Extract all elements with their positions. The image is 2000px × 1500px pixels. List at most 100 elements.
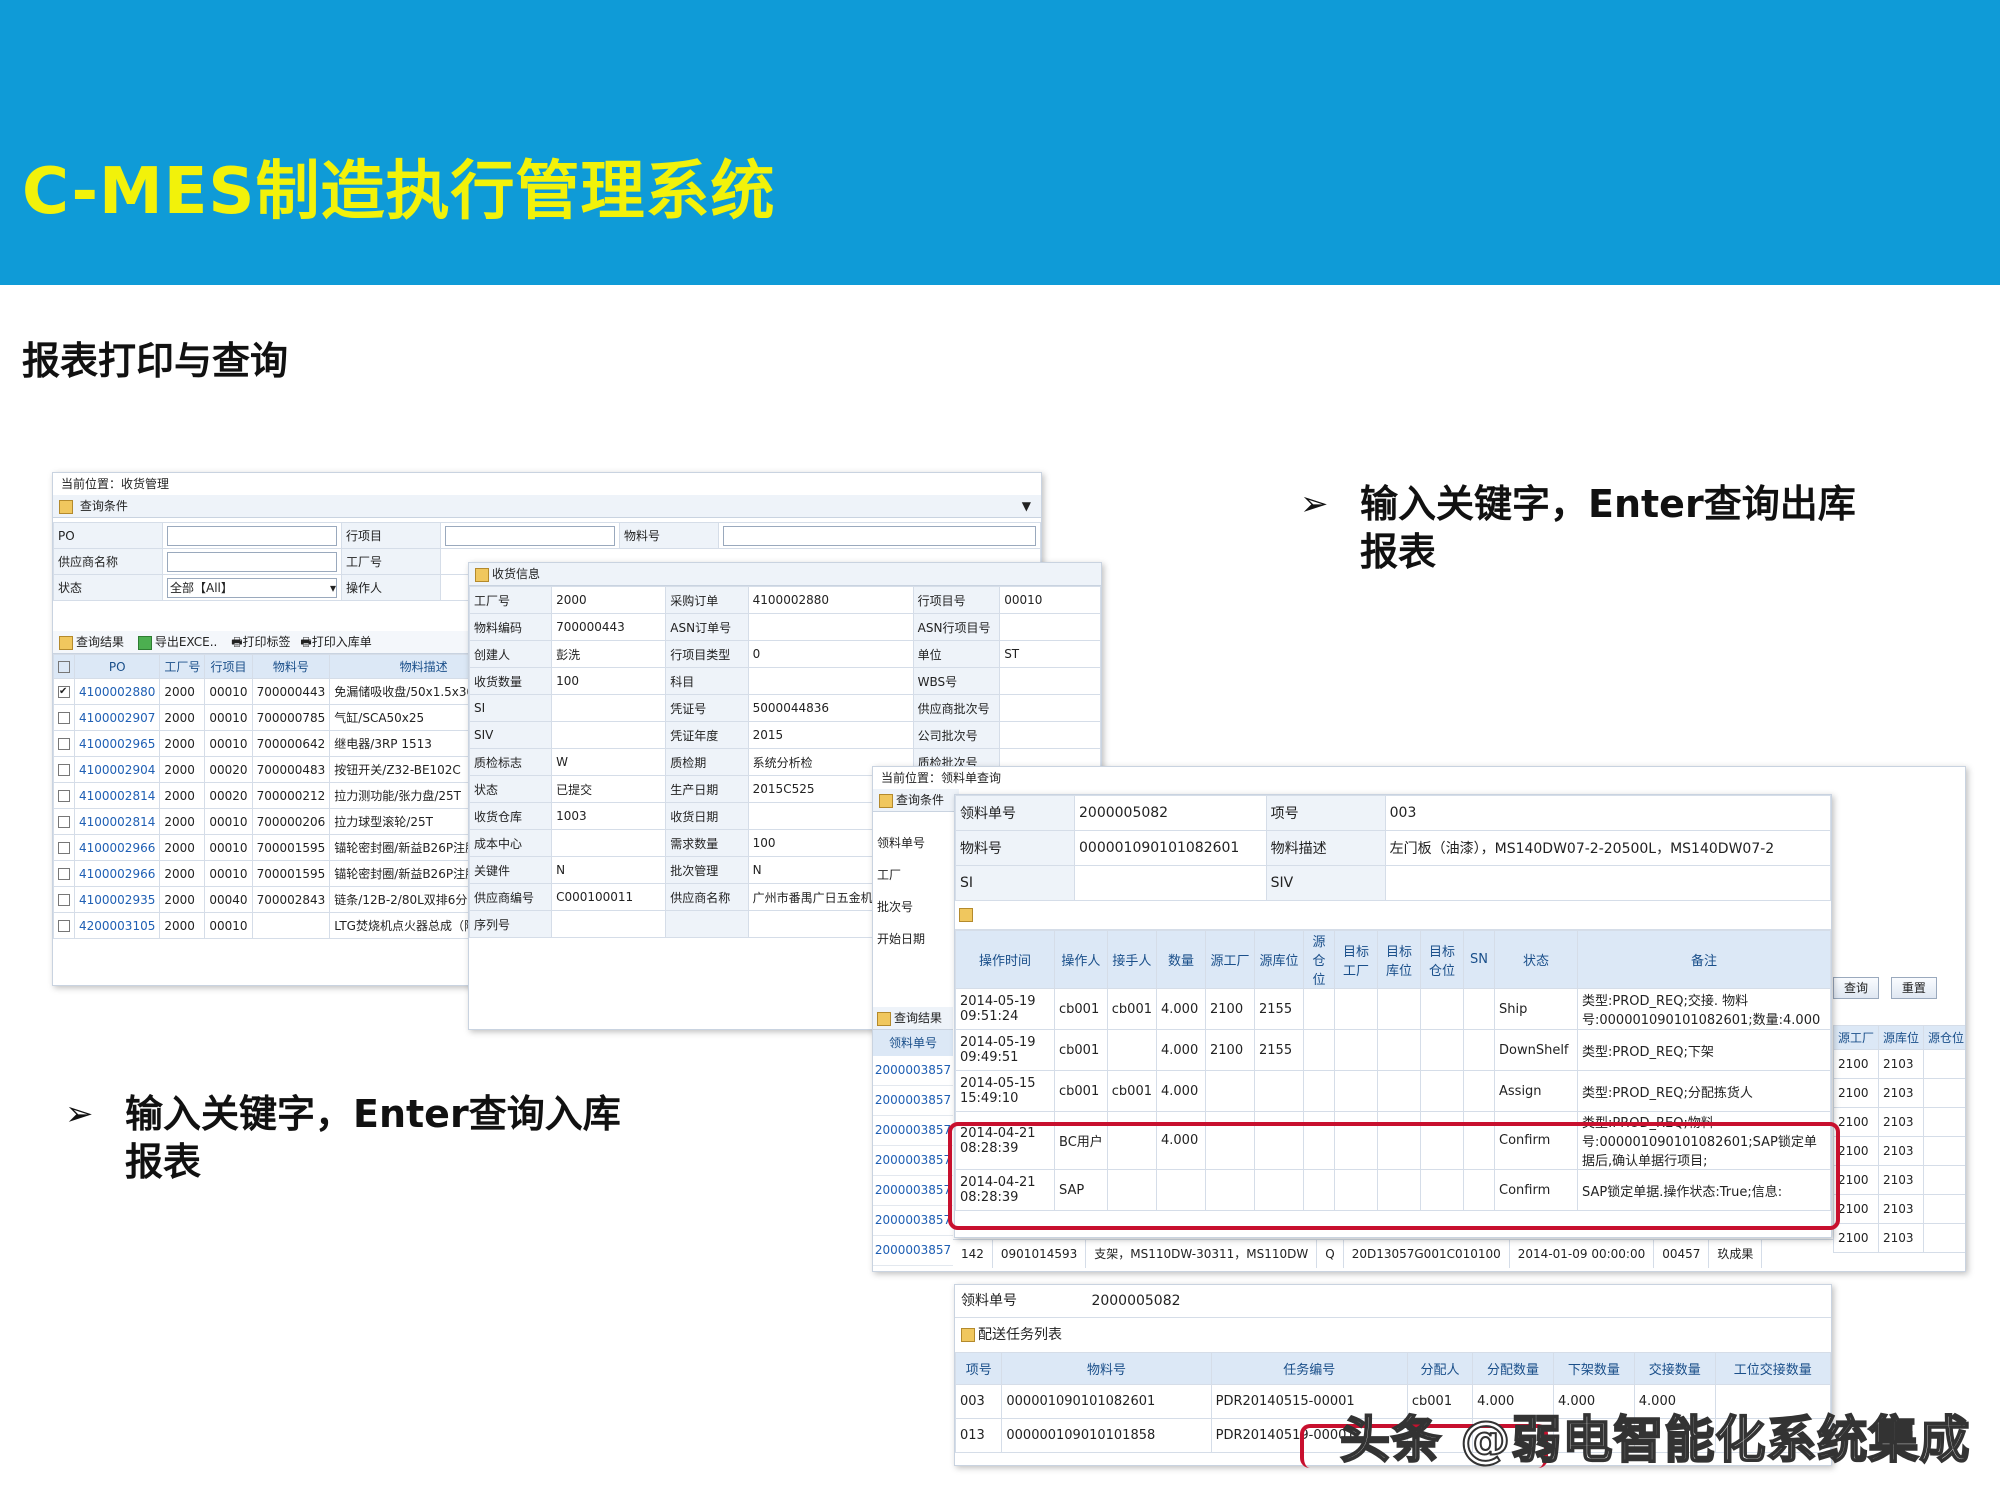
table-cell: 2000	[159, 782, 206, 809]
col-material-no[interactable]: 物料号	[251, 654, 331, 679]
row-checkbox[interactable]	[58, 764, 70, 776]
table-row[interactable]: 4100002814 2000 00010 700000206 拉力球型滚轮/25T	[53, 808, 519, 835]
col-header[interactable]: 操作时间	[955, 930, 1055, 989]
status-select[interactable]: 全部【All】 ▾	[167, 577, 337, 598]
table-row[interactable]: 4100002907 2000 00010 700000785 气缸/SCA50x25	[53, 704, 519, 731]
table-cell: 2103	[1878, 1049, 1925, 1079]
info-value: 00010	[999, 586, 1101, 614]
col-plant[interactable]: 工厂号	[159, 654, 206, 679]
picking-query-bar[interactable]: 查询条件	[873, 789, 959, 812]
row-checkbox[interactable]	[58, 868, 70, 880]
row-checkbox[interactable]	[58, 894, 70, 906]
col-src-bin[interactable]: 源仓位	[1923, 1025, 1965, 1050]
col-header[interactable]: 接手人	[1106, 930, 1158, 989]
col-header[interactable]: 项号	[955, 1352, 1003, 1385]
col-po[interactable]: PO	[73, 654, 161, 679]
print-inbound-button[interactable]: 🖶打印入库单	[300, 635, 371, 649]
col-header[interactable]: 源库位	[1254, 930, 1304, 989]
line-item-input[interactable]	[445, 525, 615, 546]
col-src-plant[interactable]: 源工厂	[1832, 1025, 1880, 1050]
col-line-item[interactable]: 行项目	[204, 654, 253, 679]
col-header[interactable]: 物料号	[1001, 1352, 1212, 1385]
col-header[interactable]: 数量	[1156, 930, 1206, 989]
col-picking-no[interactable]: 领料单号	[873, 1030, 953, 1056]
picking-bottom-row[interactable]: 142 0901014593 支架，MS110DW-30311，MS110DW Q 20…	[953, 1239, 1833, 1268]
col-header[interactable]: 工位交接数量	[1714, 1352, 1831, 1385]
col-header[interactable]: 任务编号	[1210, 1352, 1408, 1385]
row-checkbox[interactable]	[58, 842, 70, 854]
info-value	[999, 694, 1101, 722]
table-row[interactable]: 2014-05-15 15:49:10 cb001 cb001 4.000 Assign…	[955, 1070, 1831, 1112]
result-row[interactable]: 2000003857	[873, 1236, 953, 1266]
col-header[interactable]: 源工厂	[1205, 930, 1255, 989]
col-header[interactable]: 备注	[1577, 930, 1831, 989]
table-row[interactable]: 4100002904 2000 00020 700000483 按钮开关/Z32-BE1…	[53, 756, 519, 783]
supplier-input[interactable]	[167, 551, 337, 572]
table-row[interactable]: 4100002814 2000 00020 700000212 拉力测功能/张力盘/25…	[53, 782, 519, 809]
result-row[interactable]: 2000003857	[873, 1086, 953, 1116]
col-header[interactable]: 状态	[1494, 930, 1578, 989]
table-cell: 2000	[159, 886, 206, 913]
table-row[interactable]: 4100002935 2000 00040 700002843 链条/12B-2/80L…	[53, 886, 519, 913]
material-no-label: 物料号	[619, 522, 719, 549]
table-cell: 2000	[159, 704, 206, 731]
col-header[interactable]: 目标库位	[1377, 930, 1421, 989]
table-cell	[1205, 1070, 1255, 1112]
print-label-button[interactable]: 🖶打印标签	[231, 635, 290, 649]
table-row[interactable]: 4100002966 2000 00010 700001595 锚轮密封圈/新益B26P…	[53, 860, 519, 887]
arrow-icon: ➢	[1300, 484, 1329, 524]
row-checkbox[interactable]	[58, 790, 70, 802]
reset-button[interactable]: 重置	[1890, 977, 1937, 999]
info-value	[551, 910, 667, 938]
table-cell: 2100	[1205, 1029, 1255, 1071]
col-header[interactable]: SN	[1463, 930, 1495, 989]
col-header[interactable]: 目标仓位	[1420, 930, 1464, 989]
col-header[interactable]: 分配数量	[1472, 1352, 1554, 1385]
info-row: 收货数量 100 科目 WBS号	[469, 667, 1101, 695]
query-conditions-bar[interactable]: 查询条件 ▼	[53, 495, 1041, 518]
row-checkbox[interactable]	[58, 712, 70, 724]
info-label: 收货仓库	[469, 802, 553, 830]
col-header[interactable]: 分配人	[1406, 1352, 1474, 1385]
row-checkbox[interactable]	[58, 816, 70, 828]
table-cell: 4.000	[1156, 988, 1206, 1030]
result-row[interactable]: 2000003857	[873, 1116, 953, 1146]
info-label: 需求数量	[665, 829, 749, 857]
row-checkbox[interactable]	[58, 920, 70, 932]
table-cell	[1463, 1070, 1495, 1112]
result-row[interactable]: 2000003857	[873, 1206, 953, 1236]
row-checkbox[interactable]	[58, 738, 70, 750]
table-row[interactable]: 4200003105 2000 00010 LTG焚烧机点火器总成（附图）	[53, 912, 519, 939]
select-all-checkbox[interactable]	[58, 661, 70, 673]
picking-results: 查询结果 领料单号 2000003857 2000003857 2000003857…	[873, 1007, 953, 1266]
result-row[interactable]: 2000003857	[873, 1146, 953, 1176]
info-label: 科目	[665, 667, 749, 695]
col-header[interactable]: 操作人	[1054, 930, 1108, 989]
result-row[interactable]: 2000003857	[873, 1056, 953, 1086]
table-cell	[1106, 1029, 1158, 1071]
table-row[interactable]: 4100002965 2000 00010 700000642 继电器/3RP 1513	[53, 730, 519, 757]
col-header[interactable]: 目标工厂	[1334, 930, 1378, 989]
po-input[interactable]	[167, 525, 337, 546]
col-src-location[interactable]: 源库位	[1878, 1025, 1925, 1050]
row-checkbox[interactable]	[58, 686, 70, 698]
col-header[interactable]: 交接数量	[1633, 1352, 1716, 1385]
table-cell: 2100	[1832, 1165, 1880, 1195]
table-cell: 700000483	[251, 756, 331, 783]
export-button[interactable]: 导出EXCE..	[137, 635, 217, 650]
material-no-input[interactable]	[723, 525, 1036, 546]
collapse-icon[interactable]: ▼	[1022, 495, 1031, 517]
result-row[interactable]: 2000003857	[873, 1176, 953, 1206]
table-row[interactable]: 4100002880200000010700000443免漏储吸收盘/50x1.…	[53, 678, 519, 705]
table-cell: 2103	[1878, 1194, 1925, 1224]
info-value: 0	[747, 640, 914, 668]
table-row[interactable]: 2014-05-19 09:49:51 cb001 4.000 2100 2155 Dow…	[955, 1029, 1831, 1071]
table-row[interactable]: 2014-05-19 09:51:24 cb001 cb001 4.000 2100 21…	[955, 988, 1831, 1030]
table-cell: Q	[1317, 1240, 1344, 1268]
col-header[interactable]: 源仓位	[1303, 930, 1335, 989]
query-button[interactable]: 查询	[1833, 977, 1880, 999]
table-cell: 0901014593	[993, 1240, 1087, 1268]
col-header[interactable]: 下架数量	[1552, 1352, 1635, 1385]
table-row[interactable]: 4100002966 2000 00010 700001595 锚轮密封圈/新益B26P…	[53, 834, 519, 861]
operator-label: 操作人	[341, 574, 441, 601]
